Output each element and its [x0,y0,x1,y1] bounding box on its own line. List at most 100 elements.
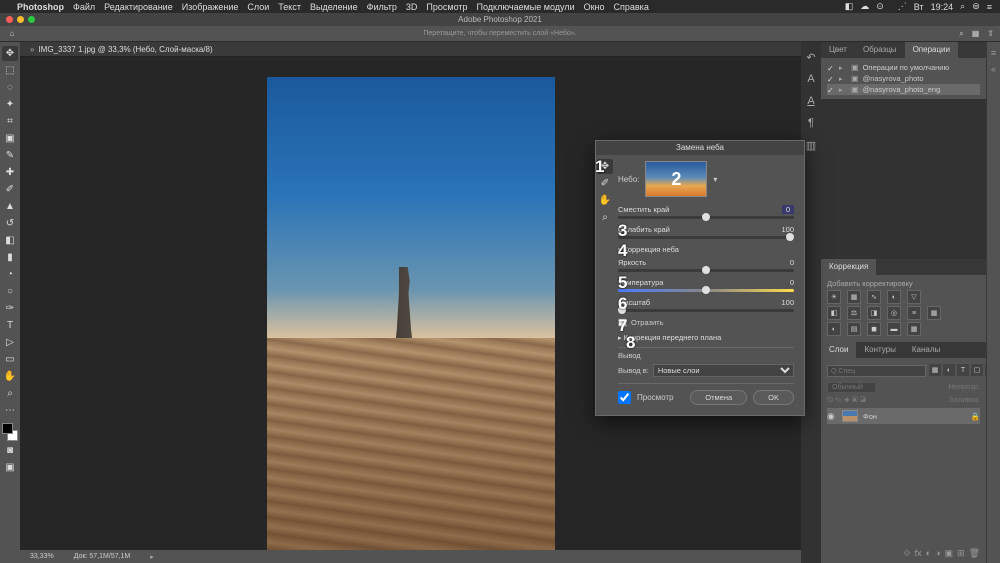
menu-edit[interactable]: Редактирование [104,2,173,12]
search-icon[interactable]: ⌕ [960,1,965,12]
menu-select[interactable]: Выделение [310,2,358,12]
preview-checkbox[interactable] [618,391,631,404]
edit-toolbar[interactable]: ⋯ [2,403,18,418]
new-group-icon[interactable]: ▣ [945,548,954,559]
mask-icon[interactable]: ◐ [926,548,931,559]
status-icon[interactable]: ⊙ [876,1,884,12]
adj-brightness[interactable]: ☀ [827,290,841,304]
menu-filter[interactable]: Фильтр [367,2,397,12]
healing-tool[interactable]: ✚ [2,165,18,180]
color-swatches[interactable] [2,423,18,441]
tab-swatches[interactable]: Образцы [855,42,905,58]
screenmode-tool[interactable]: ▣ [2,460,18,475]
dialog-zoom-tool[interactable]: ⌕ [597,210,613,225]
menu-photoshop[interactable]: Photoshop [17,2,64,12]
wand-tool[interactable]: ✦ [2,97,18,112]
adj-exposure[interactable]: ◐ [887,290,901,304]
maximize-window[interactable] [28,16,35,23]
traffic-lights[interactable] [6,16,35,23]
dialog-brush-tool[interactable]: ✐ [597,176,613,191]
adj-lookup[interactable]: ▦ [927,306,941,320]
menu-file[interactable]: Файл [73,2,95,12]
slider-shift[interactable] [618,216,794,219]
action-row[interactable]: ✓▸▣ @nasyrova_photo_eng [827,84,980,95]
frame-tool[interactable]: ▣ [2,131,18,146]
adj-poster[interactable]: ▤ [847,322,861,336]
canvas-image[interactable] [267,77,555,550]
filter-type[interactable]: T [957,364,969,376]
filter-pixel[interactable]: ▦ [929,364,941,376]
properties-panel-icon[interactable]: A [804,72,818,86]
path-tool[interactable]: ▷ [2,335,18,350]
tab-paths[interactable]: Контуры [856,342,903,358]
link-layers-icon[interactable]: ⟐ [904,548,911,559]
quickmask-tool[interactable]: ◙ [2,443,18,458]
cancel-button[interactable]: Отмена [690,390,747,405]
filter-shape[interactable]: ▢ [971,364,983,376]
home-icon[interactable]: ⌂ [6,28,18,40]
blur-tool[interactable]: ◔ [2,267,18,282]
stamp-tool[interactable]: ▲ [2,199,18,214]
adj-selective[interactable]: ▦ [907,322,921,336]
layer-row[interactable]: ◉ Фон 🔒 [827,408,980,424]
sky-preset-picker[interactable]: 2 [645,161,707,197]
fx-icon[interactable]: fx [915,548,922,559]
new-fill-icon[interactable]: ◑ [935,548,940,559]
slider-fade[interactable] [618,236,794,239]
tab-channels[interactable]: Каналы [904,342,948,358]
filter-adjust[interactable]: ◐ [943,364,955,376]
adj-vibrance[interactable]: ▽ [907,290,921,304]
panel-menu-icon[interactable]: ≡ [991,48,996,58]
brush-tool[interactable]: ✐ [2,182,18,197]
pen-tool[interactable]: ✑ [2,301,18,316]
document-tab[interactable]: » IMG_3337 1.jpg @ 33,3% (Небо, Слой-мас… [20,42,801,57]
tab-adjustments[interactable]: Коррекция [821,259,876,275]
adj-curves[interactable]: ∿ [867,290,881,304]
adj-bw[interactable]: ◨ [867,306,881,320]
zoom-level[interactable]: 33,33% [30,553,54,560]
section-fg-correction[interactable]: Коррекция переднего плана [618,333,794,342]
menu-window[interactable]: Окно [584,2,605,12]
eyedropper-tool[interactable]: ✎ [2,148,18,163]
menu-view[interactable]: Просмотр [426,2,467,12]
adj-threshold[interactable]: ◼ [867,322,881,336]
marquee-tool[interactable]: ⬚ [2,63,18,78]
menu-layers[interactable]: Слои [247,2,269,12]
fg-color[interactable] [2,423,13,434]
delete-layer-icon[interactable]: 🗑 [969,548,980,559]
adj-invert[interactable]: ◐ [827,322,841,336]
doc-info[interactable]: Док: 57,1M/57,1M [74,553,131,560]
zoom-tool[interactable]: ⌕ [2,386,18,401]
shape-tool[interactable]: ▭ [2,352,18,367]
character-panel-icon[interactable]: A [804,94,818,108]
slider-bright-value[interactable]: 0 [790,258,794,267]
new-layer-icon[interactable]: ⊞ [957,548,965,559]
adj-photofilter[interactable]: ◎ [887,306,901,320]
slider-scale-value[interactable]: 100 [781,298,794,307]
slider-shift-value[interactable]: 0 [782,205,794,214]
paragraph-panel-icon[interactable]: ¶ [804,116,818,130]
layer-search[interactable] [827,365,926,377]
action-row[interactable]: ✓▸▣ @nasyrova_photo [827,73,980,84]
adj-colorbalance[interactable]: ⚖ [847,306,861,320]
move-tool[interactable]: ✥ [2,46,18,61]
status-icon[interactable]: ☁ [860,1,869,12]
dodge-tool[interactable]: ○ [2,284,18,299]
tab-layers[interactable]: Слои [821,342,856,358]
menu-help[interactable]: Справка [614,2,649,12]
minimize-window[interactable] [17,16,24,23]
hand-tool[interactable]: ✋ [2,369,18,384]
tab-color[interactable]: Цвет [821,42,855,58]
libraries-panel-icon[interactable]: ▥ [804,138,818,152]
tab-actions[interactable]: Операции [905,42,958,58]
workspace-icon[interactable]: ▦ [972,29,980,39]
slider-bright[interactable] [618,269,794,272]
share-icon[interactable]: ⇪ [987,29,994,39]
collapse-icon[interactable]: « [991,64,996,74]
adj-hue[interactable]: ◧ [827,306,841,320]
slider-temp[interactable] [618,289,794,292]
notifications-icon[interactable]: ≡ [987,2,992,12]
action-row[interactable]: ✓▸▣ Операции по умолчанию [827,62,980,73]
history-brush-tool[interactable]: ↺ [2,216,18,231]
eraser-tool[interactable]: ◧ [2,233,18,248]
